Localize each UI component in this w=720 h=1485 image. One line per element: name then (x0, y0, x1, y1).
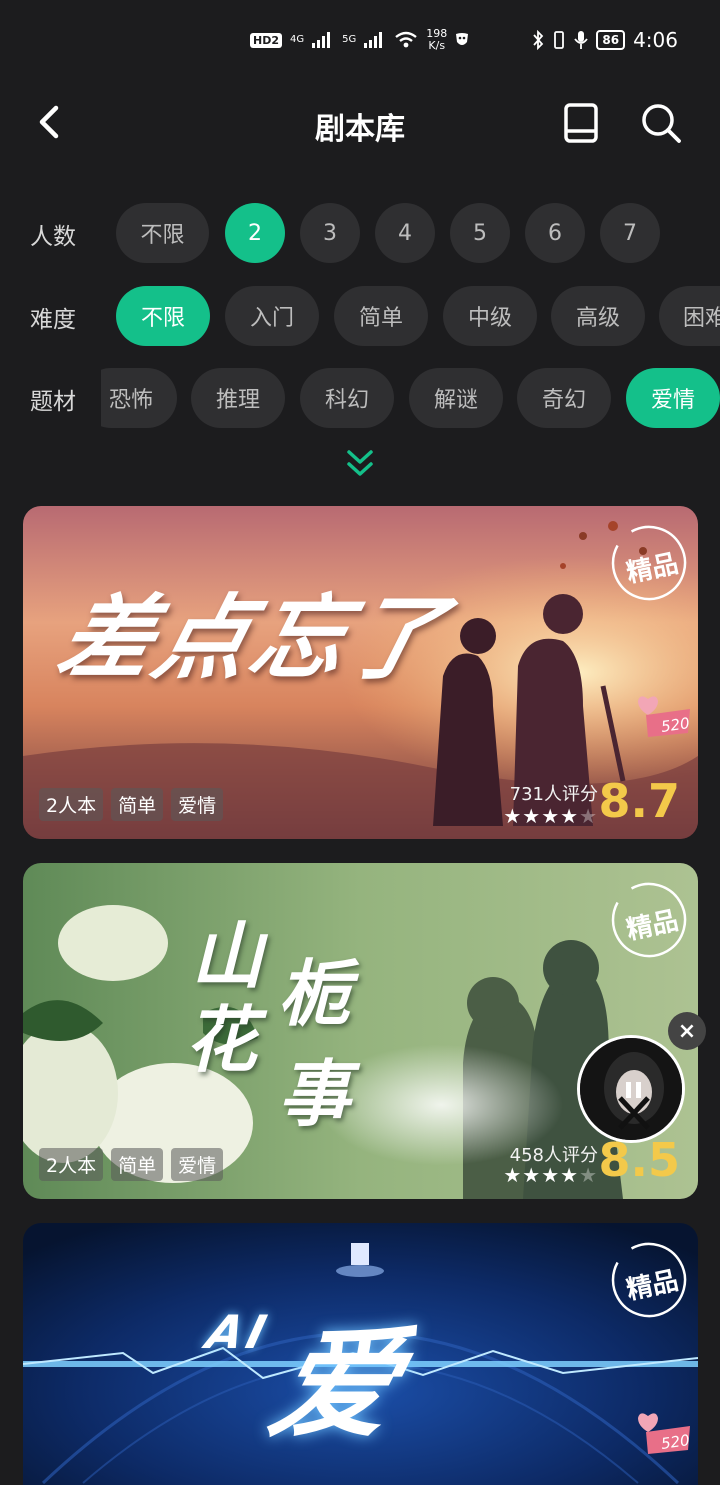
rating-count: 731人评分 (509, 784, 598, 805)
rating-stars: ★★★★★ (503, 804, 598, 828)
filter-label-players: 人数 (30, 224, 76, 250)
star-icon: ★ (522, 804, 542, 828)
chip-players-2[interactable]: 2 (225, 203, 285, 263)
microphone-icon (574, 31, 589, 49)
card-cover-title-part: 栀 (278, 952, 355, 1036)
star-icon: ★ (541, 804, 561, 828)
network-4g-label: 4G (290, 34, 305, 45)
signal-icon (364, 32, 383, 48)
star-icon: ★ (560, 1163, 580, 1187)
chip-genre-romance[interactable]: 爱情 (626, 368, 720, 428)
chip-genre-horror[interactable]: 恐怖 (101, 368, 177, 428)
script-card[interactable]: AI 爱 精品 520 (23, 1223, 698, 1485)
card-tags: 2人本 简单 爱情 (39, 788, 224, 821)
star-icon: ★ (560, 804, 580, 828)
filter-genre: 题材 恐怖 推理 科幻 解谜 奇幻 爱情 (0, 368, 720, 428)
star-empty-icon: ★ (579, 1163, 598, 1187)
tag-genre: 爱情 (171, 788, 224, 821)
chip-genre-puzzle[interactable]: 解谜 (409, 368, 503, 428)
expand-filters-icon[interactable] (342, 446, 378, 482)
filter-difficulty: 难度 不限 入门 简单 中级 高级 困难 (0, 286, 720, 346)
clock: 4:06 (633, 28, 678, 52)
script-card[interactable]: 山 栀 花 事 精品 2人本 简单 爱情 458人评分 ★★★★★ 8.5 (23, 863, 698, 1199)
star-icon: ★ (541, 1163, 561, 1187)
chip-players-5[interactable]: 5 (450, 203, 510, 263)
tag-difficulty: 简单 (111, 788, 164, 821)
rating-stars: ★★★★★ (503, 1163, 598, 1187)
rating-score: 8.7 (598, 774, 681, 828)
bluetooth-icon (533, 30, 544, 50)
battery-icon: 86 (596, 30, 626, 50)
network-speed: 198 K/s (426, 27, 448, 52)
tag-players: 2人本 (39, 788, 104, 821)
card-cover-title-part: 事 (278, 1052, 355, 1136)
filter-label-difficulty: 难度 (30, 307, 76, 333)
star-icon: ★ (503, 1163, 523, 1187)
filter-players: 人数 不限 2 3 4 5 6 7 (0, 203, 720, 263)
tag-players: 2人本 (39, 1148, 104, 1181)
vibrate-icon (554, 31, 565, 49)
page-title: 剧本库 (315, 112, 405, 147)
chip-difficulty-easy[interactable]: 简单 (334, 286, 428, 346)
chip-players-6[interactable]: 6 (525, 203, 585, 263)
chip-difficulty-beginner[interactable]: 入门 (225, 286, 319, 346)
wifi-icon (395, 31, 417, 48)
star-empty-icon: ★ (579, 804, 598, 828)
star-icon: ★ (503, 804, 523, 828)
genre-scroller[interactable]: 恐怖 推理 科幻 解谜 奇幻 爱情 (101, 368, 720, 428)
chip-difficulty-medium[interactable]: 中级 (443, 286, 537, 346)
chip-players-7[interactable]: 7 (600, 203, 660, 263)
card-cover-title-part: 花 (185, 998, 262, 1082)
script-card[interactable]: 差点忘了 精品 520 2人本 简单 爱情 731人评分 ★★★★★ 8.7 (23, 506, 698, 839)
tag-difficulty: 简单 (111, 1148, 164, 1181)
chip-players-3[interactable]: 3 (300, 203, 360, 263)
card-tags: 2人本 简单 爱情 (39, 1148, 224, 1181)
chip-difficulty-advanced[interactable]: 高级 (551, 286, 645, 346)
book-icon[interactable] (558, 100, 604, 146)
chip-genre-scifi[interactable]: 科幻 (300, 368, 394, 428)
status-indicators: HD2 4G 5G 198 K/s (250, 28, 469, 52)
chip-genre-mystery[interactable]: 推理 (191, 368, 285, 428)
chip-genre-fantasy[interactable]: 奇幻 (517, 368, 611, 428)
chip-players-any[interactable]: 不限 (116, 203, 209, 263)
chip-players-4[interactable]: 4 (375, 203, 435, 263)
network-5g-label: 5G (342, 34, 357, 45)
tag-genre: 爱情 (171, 1148, 224, 1181)
star-icon: ★ (522, 1163, 542, 1187)
signal-icon (312, 32, 331, 48)
search-icon[interactable] (638, 100, 684, 146)
mask-icon (456, 33, 469, 45)
header: 剧本库 (0, 84, 720, 164)
filter-label-genre: 题材 (30, 389, 76, 415)
status-bar: HD2 4G 5G 198 K/s 86 4:06 (0, 0, 720, 84)
status-right: 86 4:06 (532, 28, 678, 52)
chip-difficulty-any[interactable]: 不限 (116, 286, 210, 346)
chip-difficulty-hard[interactable]: 困难 (659, 286, 720, 346)
hd-badge: HD2 (250, 32, 282, 48)
floating-avatar[interactable] (577, 1035, 685, 1143)
card-cover-title: 差点忘了 (47, 585, 459, 692)
close-floating-button[interactable]: × (668, 1012, 706, 1050)
